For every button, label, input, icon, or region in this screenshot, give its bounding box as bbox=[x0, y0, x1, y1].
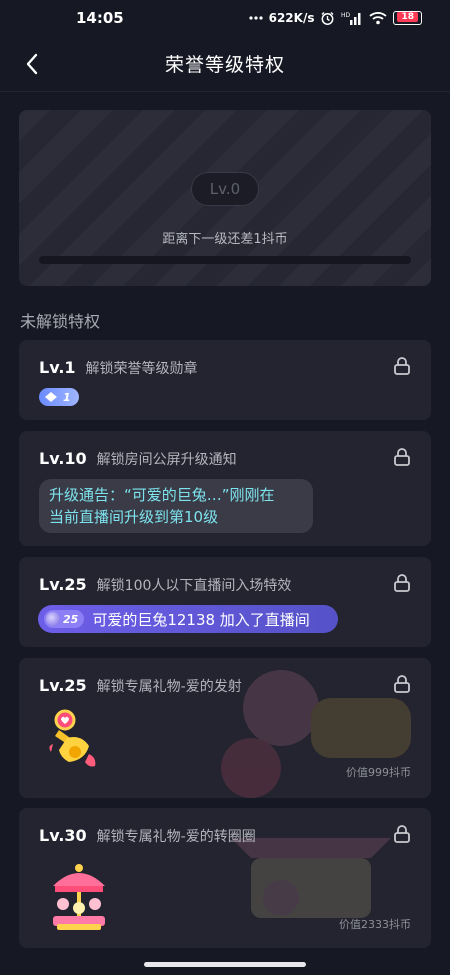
diamond-icon bbox=[45, 392, 57, 402]
gem-icon bbox=[46, 612, 60, 626]
lock-icon bbox=[394, 675, 410, 693]
level-card: Lv.0 距离下一级还差1抖币 bbox=[19, 110, 431, 286]
privilege-level: Lv.10 bbox=[39, 449, 87, 468]
privilege-desc: 解锁专属礼物-爱的发射 bbox=[96, 679, 242, 695]
enter-effect-text: 可爱的巨兔12138 加入了直播间 bbox=[92, 610, 310, 629]
status-time: 14:05 bbox=[76, 9, 124, 27]
nav-bar: 荣誉等级特权 bbox=[0, 36, 450, 92]
lock-icon bbox=[394, 357, 410, 375]
privilege-card[interactable]: Lv.25 解锁专属礼物-爱的发射 价值999抖币 bbox=[19, 658, 431, 798]
gift-price: 价值999抖币 bbox=[346, 766, 411, 779]
upgrade-notice-bubble: 升级通告：“可爱的巨兔…”刚刚在 当前直播间升级到第10级 bbox=[39, 479, 313, 533]
privilege-card[interactable]: Lv.30 解锁专属礼物-爱的转圈圈 价值2333抖币 bbox=[19, 808, 431, 948]
battery-level: 18 bbox=[397, 12, 418, 22]
privilege-level: Lv.1 bbox=[39, 358, 76, 377]
upgrade-notice-line: 当前直播间升级到第10级 bbox=[49, 508, 219, 526]
carousel-gift-icon bbox=[53, 864, 105, 930]
lock-icon bbox=[394, 825, 410, 843]
level-progress-bar bbox=[39, 256, 411, 264]
privilege-desc: 解锁房间公屏升级通知 bbox=[96, 452, 237, 468]
lock-icon bbox=[394, 574, 410, 592]
wifi-icon bbox=[369, 11, 388, 25]
alarm-icon bbox=[320, 11, 335, 26]
privilege-desc: 解锁荣誉等级勋章 bbox=[85, 361, 198, 377]
home-indicator[interactable] bbox=[144, 962, 306, 967]
level-chip-number: 25 bbox=[63, 612, 79, 626]
level-chip: 25 bbox=[44, 610, 85, 628]
privilege-header: Lv.30 解锁专属礼物-爱的转圈圈 bbox=[39, 826, 256, 846]
status-icons: 622K/s HD 18 bbox=[248, 11, 422, 26]
privilege-card[interactable]: Lv.1 解锁荣誉等级勋章 1 bbox=[19, 340, 431, 420]
lock-icon bbox=[394, 448, 410, 466]
upgrade-notice-line: 升级通告：“可爱的巨兔…”刚刚在 bbox=[49, 486, 275, 504]
level-subtitle: 距离下一级还差1抖币 bbox=[162, 232, 288, 247]
privilege-header: Lv.1 解锁荣誉等级勋章 bbox=[39, 358, 198, 378]
network-speed: 622K/s bbox=[268, 11, 315, 25]
privilege-card[interactable]: Lv.10 解锁房间公屏升级通知 升级通告：“可爱的巨兔…”刚刚在 当前直播间升… bbox=[19, 431, 431, 546]
chevron-left-icon bbox=[26, 53, 38, 75]
privilege-header: Lv.10 解锁房间公屏升级通知 bbox=[39, 449, 237, 469]
level-badge: Lv.0 bbox=[191, 172, 259, 206]
svg-text:HD: HD bbox=[341, 12, 351, 19]
privilege-desc: 解锁专属礼物-爱的转圈圈 bbox=[96, 829, 256, 845]
dots-icon bbox=[248, 15, 263, 21]
back-button[interactable] bbox=[18, 50, 46, 78]
privilege-level: Lv.30 bbox=[39, 826, 87, 845]
privilege-header: Lv.25 解锁专属礼物-爱的发射 bbox=[39, 676, 242, 696]
honor-badge-number: 1 bbox=[63, 390, 71, 404]
section-title: 未解锁特权 bbox=[20, 312, 101, 331]
honor-badge: 1 bbox=[39, 388, 79, 406]
gift-price: 价值2333抖币 bbox=[339, 918, 411, 931]
privilege-level: Lv.25 bbox=[39, 676, 87, 695]
privilege-header: Lv.25 解锁100人以下直播间入场特效 bbox=[39, 575, 291, 595]
privilege-level: Lv.25 bbox=[39, 575, 87, 594]
battery-icon: 18 bbox=[393, 11, 422, 25]
page-title: 荣誉等级特权 bbox=[164, 54, 285, 76]
status-bar: 14:05 622K/s HD 18 bbox=[0, 0, 450, 36]
enter-effect-pill: 25 可爱的巨兔12138 加入了直播间 bbox=[38, 605, 338, 633]
privilege-desc: 解锁100人以下直播间入场特效 bbox=[96, 578, 292, 594]
love-launcher-gift-icon bbox=[49, 709, 96, 767]
privilege-card[interactable]: Lv.25 解锁100人以下直播间入场特效 25 可爱的巨兔12138 加入了直… bbox=[19, 557, 431, 647]
signal-icon: HD bbox=[341, 11, 363, 25]
